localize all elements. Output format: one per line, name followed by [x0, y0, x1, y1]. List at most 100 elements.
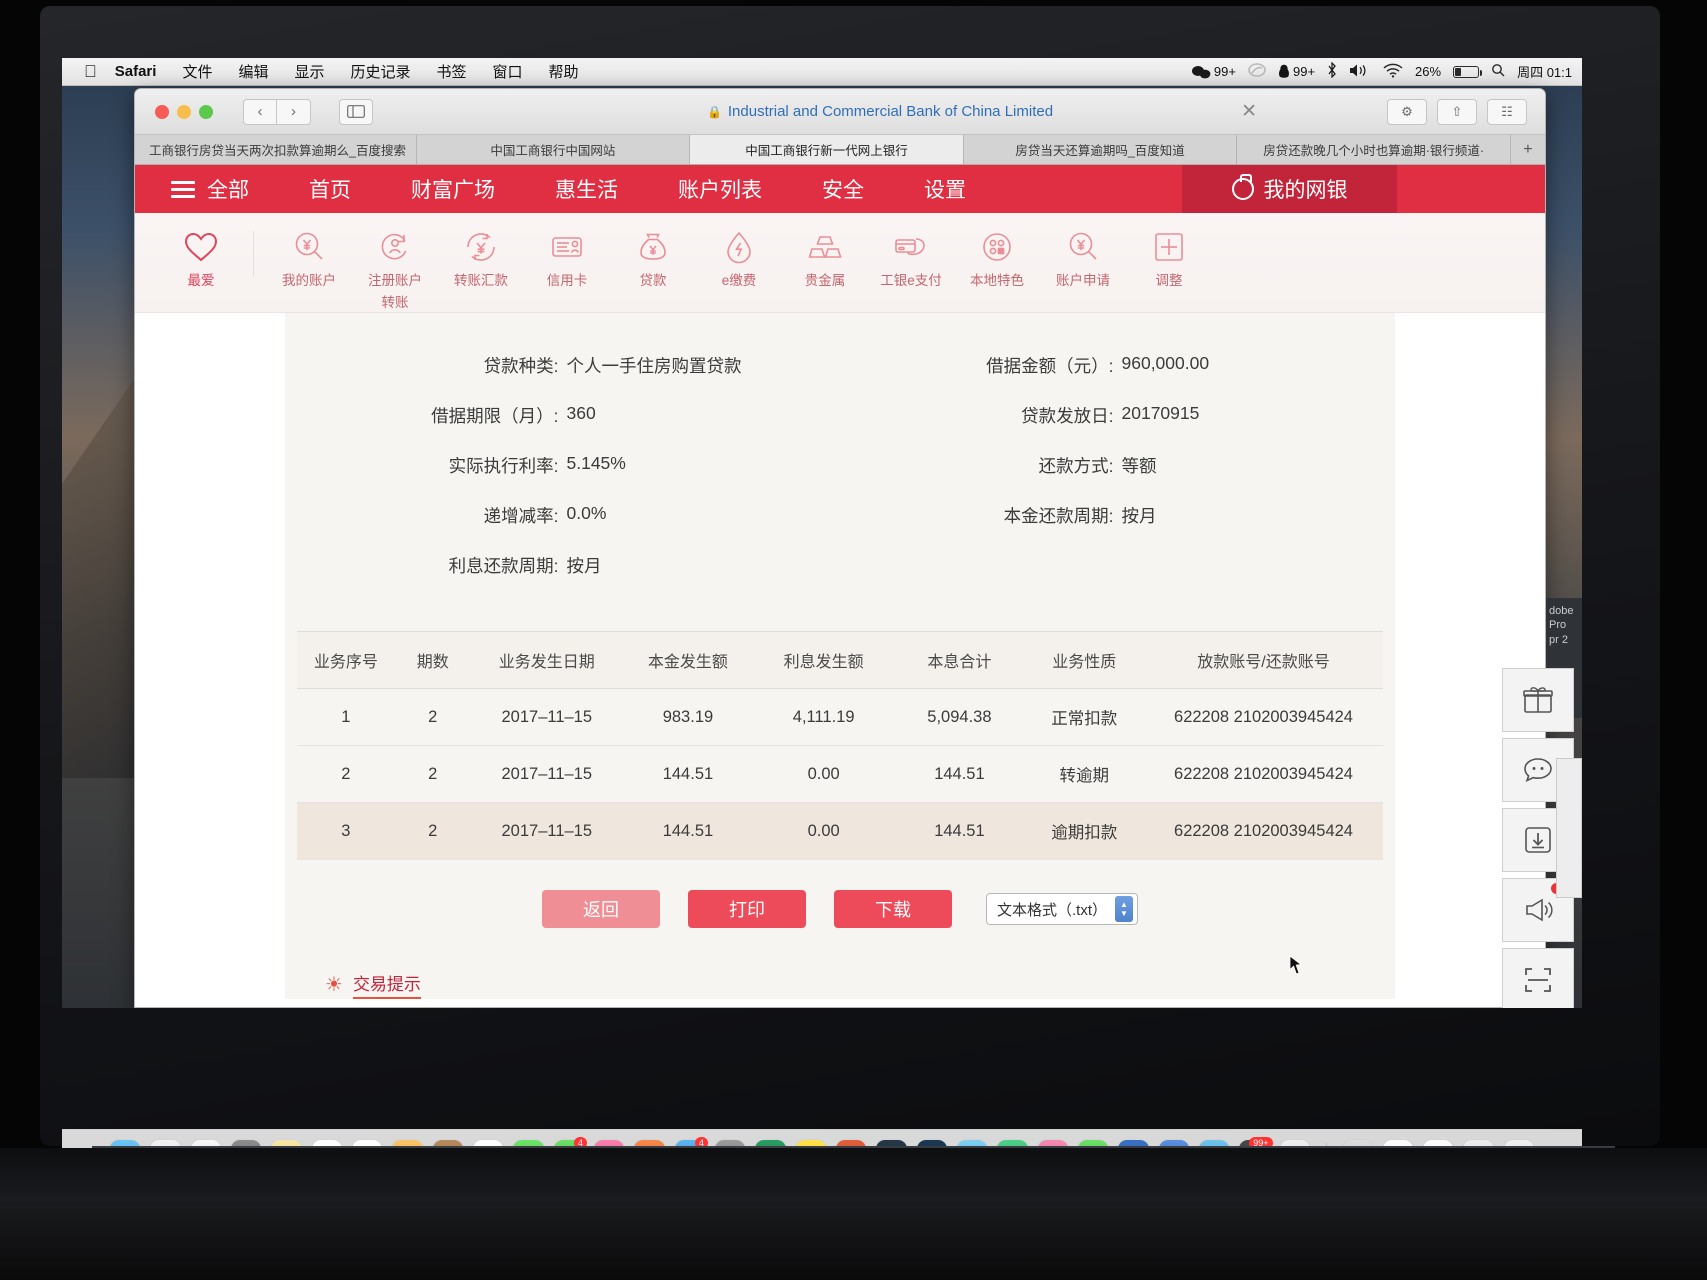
back-button[interactable]: 返回: [541, 890, 660, 928]
stop-loading-icon[interactable]: ✕: [1241, 100, 1257, 123]
minimize-window-button[interactable]: [177, 104, 191, 119]
download-button[interactable]: 下载: [833, 890, 952, 928]
cell-period: 2: [394, 802, 471, 860]
battery-percent: 26%: [1415, 64, 1442, 79]
browser-tab-1[interactable]: 工商银行房贷当天两次扣款算逾期么_百度搜索: [135, 135, 417, 164]
page-title-text: Industrial and Commercial Bank of China …: [727, 103, 1054, 120]
volume-glyph: [1350, 64, 1366, 76]
wifi-icon[interactable]: [1383, 63, 1403, 81]
quick-icon-epay-bill-label: e缴费: [721, 273, 757, 288]
quick-icon-register-account[interactable]: 注册账户 转账: [352, 227, 438, 310]
gift-icon[interactable]: [1502, 668, 1574, 732]
nav-item-settings[interactable]: 设置: [894, 174, 996, 204]
nav-item-life[interactable]: 惠生活: [525, 174, 648, 204]
quick-icon-divider: [253, 231, 254, 277]
spotlight-icon[interactable]: [1491, 63, 1505, 80]
cell-seq: 1: [297, 688, 395, 746]
browser-tab-5[interactable]: 房贷还款晚几个小时也算逾期·银行频道·: [1237, 135, 1511, 164]
new-tab-button[interactable]: +: [1510, 135, 1545, 164]
nav-item-accounts[interactable]: 账户列表: [648, 174, 792, 204]
quick-icon-precious-metals[interactable]: 贵金属: [782, 227, 868, 289]
browser-tab-2[interactable]: 中国工商银行中国网站: [416, 135, 691, 164]
lock-icon: 🔒: [706, 104, 722, 119]
toolbar-right[interactable]: ⚙ ⇧ ☷: [1387, 98, 1527, 125]
cell-account: 622208 2102003945424: [1144, 802, 1383, 860]
table-row[interactable]: 2 2 2017–11–15 144.51 0.00 144.51 转逾期 62…: [297, 745, 1383, 803]
th-total: 本息合计: [894, 631, 1025, 689]
nav-item-wealth[interactable]: 财富广场: [381, 174, 525, 204]
detail-row: 借据期限（月）: 360 贷款发放日: 20170915: [285, 403, 1395, 428]
background-window-sliver: [1556, 758, 1582, 898]
tabs-icon[interactable]: ☷: [1487, 98, 1527, 125]
nav-item-home[interactable]: 首页: [279, 174, 381, 204]
quick-icon-local-feature[interactable]: 本地特色: [954, 227, 1040, 289]
close-window-button[interactable]: [155, 104, 169, 119]
bluetooth-glyph: [1328, 61, 1336, 79]
menu-help[interactable]: 帮助: [549, 61, 579, 82]
quick-icon-loan[interactable]: 贷款: [610, 227, 696, 289]
detail-issue-date-key: 贷款发放日:: [1021, 406, 1114, 426]
menu-view[interactable]: 显示: [294, 61, 324, 82]
quick-icon-favorites[interactable]: 最爱: [153, 227, 249, 289]
nav-buttons[interactable]: ‹ ›: [243, 98, 311, 125]
quick-icon-account-apply[interactable]: 账户申请: [1040, 227, 1126, 289]
menu-window[interactable]: 窗口: [493, 61, 523, 82]
wechat-status-icon[interactable]: 99+: [1191, 64, 1236, 79]
laptop-photo:  Safari 文件 编辑 显示 历史记录 书签 窗口 帮助 99+: [0, 0, 1707, 1280]
dropbox-status-icon[interactable]: [1248, 63, 1266, 80]
quick-icon-my-account[interactable]: 我的账户: [266, 227, 352, 289]
cell-total: 144.51: [894, 802, 1025, 860]
detail-interest-cycle-value: 按月: [566, 556, 602, 576]
transaction-tip[interactable]: ☀ 交易提示: [325, 970, 1395, 999]
safe-icon: [1231, 174, 1254, 200]
browser-tab-3[interactable]: 中国工商银行新一代网上银行: [690, 135, 964, 164]
zoom-window-button[interactable]: [199, 104, 213, 119]
chevron-updown-icon[interactable]: ▲ ▼: [1115, 896, 1133, 922]
nav-item-security[interactable]: 安全: [792, 174, 894, 204]
nav-item-my-ebank[interactable]: 我的网银: [1182, 165, 1397, 213]
detail-interest-cycle-key: 利息还款周期:: [448, 556, 559, 576]
menu-edit[interactable]: 编辑: [238, 61, 268, 82]
quick-icon-transfer[interactable]: 转账汇款: [438, 227, 524, 289]
print-button[interactable]: 打印: [687, 890, 806, 928]
quick-icon-epay-bill[interactable]: e缴费: [696, 227, 782, 289]
transaction-tip-label[interactable]: 交易提示: [352, 970, 421, 999]
quick-icon-adjust[interactable]: 调整: [1126, 227, 1212, 289]
share-icon[interactable]: ⇧: [1437, 98, 1477, 125]
quick-icon-account-apply-label: 账户申请: [1056, 273, 1110, 288]
menu-file[interactable]: 文件: [182, 61, 212, 82]
address-bar[interactable]: 🔒 Industrial and Commercial Bank of Chin…: [383, 100, 1377, 123]
scan-icon[interactable]: [1502, 948, 1574, 1008]
format-select[interactable]: 文本格式（.txt） ▲ ▼: [985, 893, 1138, 925]
register-account-icon: [377, 227, 413, 267]
sidebar-icon[interactable]: [339, 98, 373, 125]
background-app-line1: dobe: [1549, 605, 1574, 617]
nav-item-all[interactable]: 全部: [207, 174, 279, 204]
action-button-row[interactable]: 返回 打印 下载 文本格式（.txt） ▲ ▼: [285, 890, 1395, 928]
cell-interest: 0.00: [753, 745, 895, 803]
table-row[interactable]: 3 2 2017–11–15 144.51 0.00 144.51 逾期扣款 6…: [297, 802, 1383, 860]
hamburger-icon[interactable]: [171, 180, 195, 198]
table-row[interactable]: 1 2 2017–11–15 983.19 4,111.19 5,094.38 …: [297, 688, 1383, 746]
menu-safari[interactable]: Safari: [115, 63, 157, 80]
menubar-clock[interactable]: 周四 01:1: [1517, 62, 1572, 81]
menu-history[interactable]: 历史记录: [351, 61, 411, 82]
wifi-glyph: [1383, 63, 1403, 78]
window-controls[interactable]: [155, 104, 213, 119]
forward-button[interactable]: ›: [277, 98, 311, 125]
volume-icon[interactable]: [1349, 63, 1371, 81]
gear-icon[interactable]: ⚙: [1387, 98, 1427, 125]
quick-icon-row[interactable]: 最爱 我的账户 注册账户 转账 转账汇款 信用卡 贷款 e缴费 贵金属 工银e支…: [135, 213, 1545, 313]
address-content[interactable]: 🔒 Industrial and Commercial Bank of Chin…: [707, 103, 1053, 120]
back-button[interactable]: ‹: [243, 98, 277, 125]
quick-icon-icbc-epay[interactable]: 工银e支付: [868, 227, 954, 289]
menu-bookmarks[interactable]: 书签: [437, 61, 467, 82]
browser-tab-4[interactable]: 房贷当天还算逾期吗_百度知道: [963, 135, 1238, 164]
bluetooth-icon[interactable]: [1327, 61, 1337, 81]
qq-status-icon[interactable]: 99+: [1278, 64, 1315, 79]
quick-icon-credit-card[interactable]: 信用卡: [524, 227, 610, 289]
icbc-top-nav[interactable]: 全部 首页 财富广场 惠生活 账户列表 安全 设置 我的网银: [135, 165, 1545, 213]
battery-icon[interactable]: [1453, 65, 1483, 78]
apple-icon[interactable]: : [84, 63, 97, 80]
tab-strip[interactable]: 工商银行房贷当天两次扣款算逾期么_百度搜索 中国工商银行中国网站 中国工商银行新…: [135, 135, 1545, 165]
